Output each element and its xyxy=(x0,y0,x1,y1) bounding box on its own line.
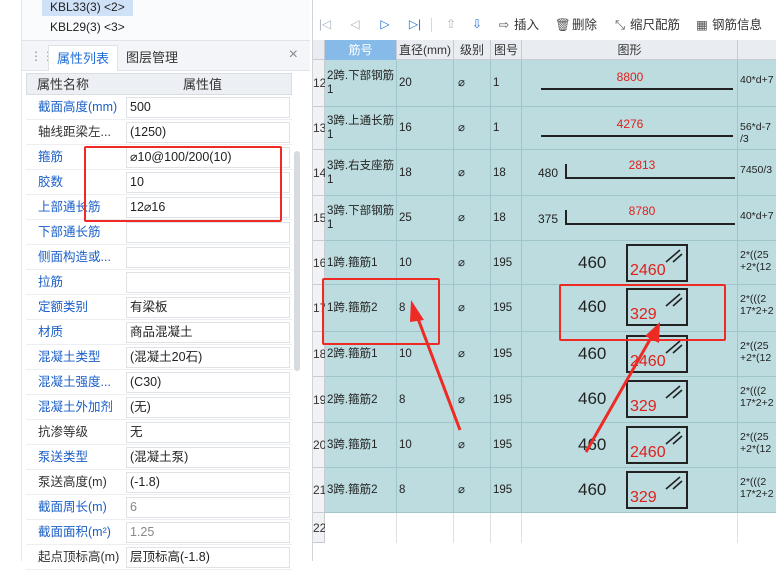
annotation-arrow-left xyxy=(415,315,462,431)
annotation-arrows xyxy=(410,300,660,453)
annotation-arrow-right xyxy=(584,335,654,453)
annotation-arrowhead-left xyxy=(410,300,424,322)
annotation-arrowhead-right xyxy=(645,322,660,343)
